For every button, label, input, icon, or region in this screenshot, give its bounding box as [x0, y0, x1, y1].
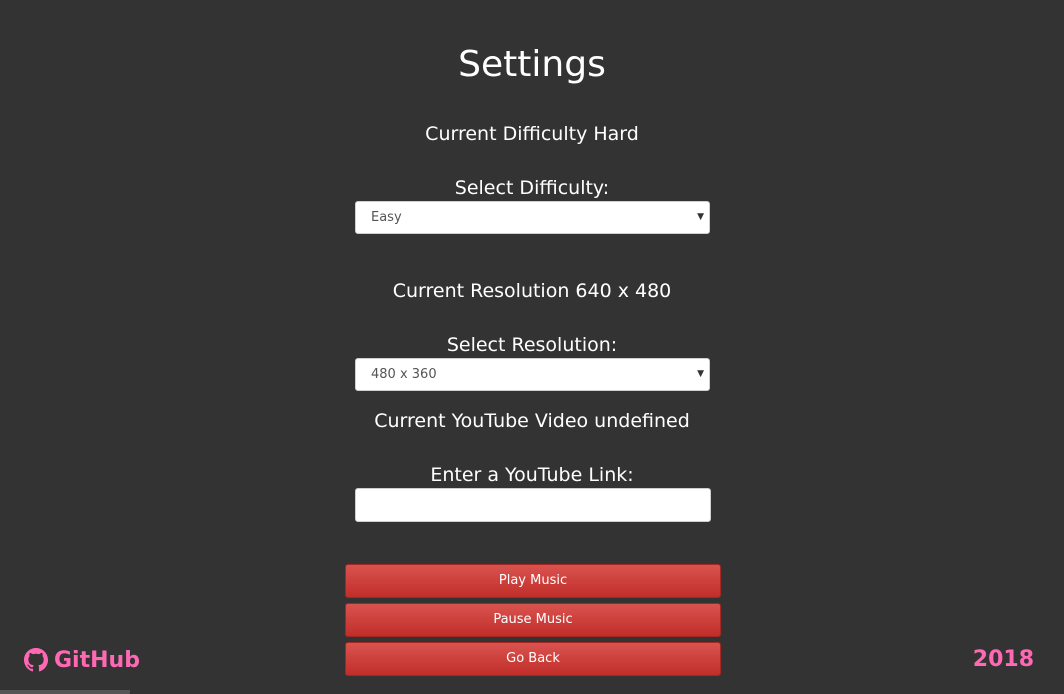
- resolution-select-value: 480 x 360: [371, 367, 437, 382]
- youtube-link-label: Enter a YouTube Link:: [430, 464, 634, 486]
- difficulty-select[interactable]: Easy ▼: [355, 201, 710, 234]
- youtube-link-input[interactable]: [355, 488, 711, 522]
- select-resolution-label: Select Resolution:: [446, 334, 618, 356]
- pause-music-button[interactable]: Pause Music: [345, 603, 721, 637]
- select-difficulty-label: Select Difficulty:: [454, 177, 610, 199]
- github-icon: [24, 648, 48, 672]
- resolution-select[interactable]: 480 x 360 ▼: [355, 358, 710, 391]
- dropdown-arrow-icon: ▼: [697, 369, 704, 379]
- settings-page: Settings Current Difficulty Hard Select …: [0, 0, 1064, 694]
- go-back-button[interactable]: Go Back: [345, 642, 721, 676]
- current-difficulty-text: Current Difficulty Hard: [425, 123, 639, 145]
- current-youtube-text: Current YouTube Video undefined: [374, 410, 690, 432]
- github-link[interactable]: GitHub: [24, 646, 140, 674]
- current-resolution-text: Current Resolution 640 x 480: [392, 280, 672, 302]
- play-music-button[interactable]: Play Music: [345, 564, 721, 598]
- github-label: GitHub: [54, 647, 140, 673]
- page-title: Settings: [458, 44, 606, 85]
- difficulty-select-value: Easy: [371, 210, 402, 225]
- bottom-strip: [0, 690, 130, 694]
- copyright-year: 2018: [972, 647, 1034, 672]
- dropdown-arrow-icon: ▼: [697, 212, 704, 222]
